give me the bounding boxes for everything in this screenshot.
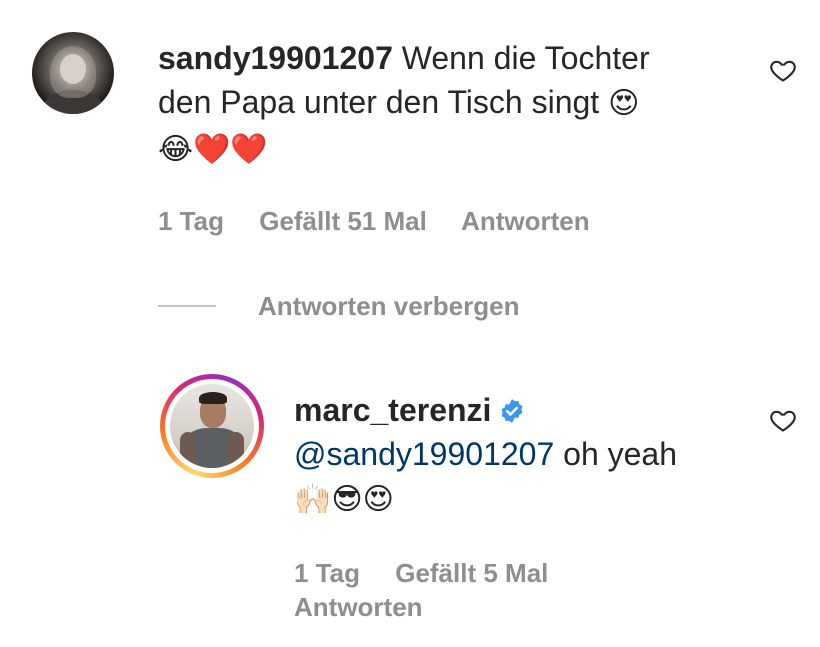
avatar[interactable] xyxy=(160,374,264,478)
emoji-heart-eyes: 😍 xyxy=(608,86,640,121)
hide-replies-toggle[interactable]: Antworten verbergen xyxy=(158,288,520,324)
comment-likes[interactable]: Gefällt 51 Mal xyxy=(259,206,427,236)
reply-meta: 1 Tag Gefällt 5 Mal Antworten xyxy=(294,556,694,624)
heart-outline-icon[interactable] xyxy=(768,406,798,434)
verified-badge-icon xyxy=(502,399,523,423)
avatar[interactable] xyxy=(32,32,114,114)
comment-body-line1: Wenn die Tochter xyxy=(401,40,650,76)
avatar-arm-left xyxy=(180,432,196,468)
reply-age: 1 Tag xyxy=(294,558,360,588)
heart-outline-icon[interactable] xyxy=(768,56,798,84)
comment-meta: 1 Tag Gefällt 51 Mal Antworten xyxy=(158,204,618,238)
comment-body-line2: den Papa unter den Tisch singt xyxy=(158,84,600,120)
comment-emoji-line: 😂❤️❤️ xyxy=(158,132,268,167)
reply-button[interactable]: Antworten xyxy=(461,206,590,236)
reply-username[interactable]: marc_terenzi xyxy=(294,392,491,428)
reply-likes[interactable]: Gefällt 5 Mal xyxy=(395,558,548,588)
reply-button[interactable]: Antworten xyxy=(294,592,423,622)
avatar-arm-right xyxy=(228,432,244,468)
avatar-face xyxy=(60,54,86,84)
reply-body: oh yeah xyxy=(554,436,678,472)
reply-emoji-line: 🙌🏻😎😍 xyxy=(294,482,394,517)
divider-line xyxy=(158,305,216,307)
reply-text: marc_terenzi @sandy19901207 oh yeah 🙌🏻😎😍 xyxy=(294,388,754,522)
avatar-hair xyxy=(199,392,227,404)
avatar-photo xyxy=(170,384,254,468)
comment-age: 1 Tag xyxy=(158,206,224,236)
hide-replies-label[interactable]: Antworten verbergen xyxy=(258,291,520,322)
comment-text: sandy19901207 Wenn die Tochter den Papa … xyxy=(158,36,738,172)
comment-username[interactable]: sandy19901207 xyxy=(158,40,393,76)
reply-mention[interactable]: @sandy19901207 xyxy=(294,436,554,472)
